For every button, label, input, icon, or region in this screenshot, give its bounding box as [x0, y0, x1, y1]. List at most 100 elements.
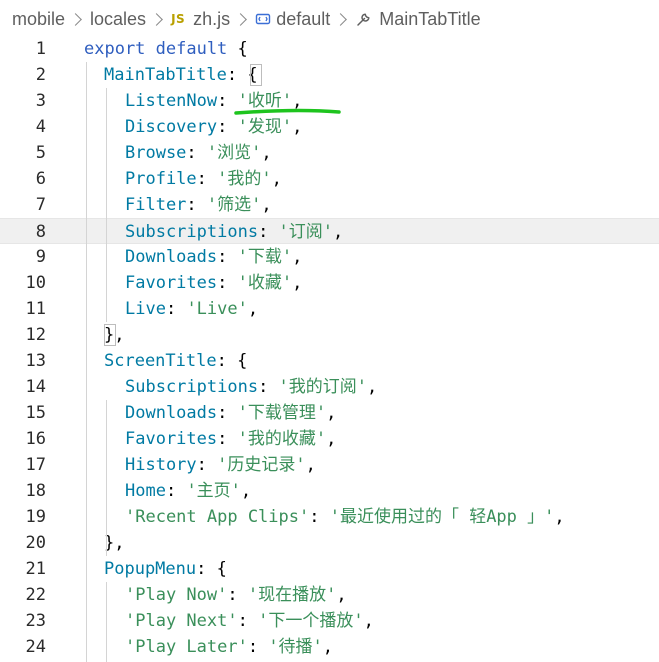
code-line[interactable]: 19 'Recent App Clips': '最近使用过的「 轻App 」', [0, 504, 659, 530]
code-token: '筛选' [206, 195, 262, 215]
code-line[interactable]: 24 'Play Later': '待播', [0, 634, 659, 660]
code-token: { [216, 559, 227, 579]
code-token: Downloads [125, 247, 218, 267]
line-number: 2 [35, 65, 46, 85]
code-line[interactable]: 14 Subscriptions: '我的订阅', [0, 374, 659, 400]
code-text: Home: '主页', [125, 478, 251, 504]
code-line[interactable]: 7 Filter: '筛选', [0, 192, 659, 218]
code-line[interactable]: 1 export default { [0, 36, 659, 62]
code-token: '下载管理' [237, 403, 327, 423]
code-token: , [333, 222, 344, 242]
line-number: 4 [35, 117, 46, 137]
code-token: , [367, 377, 378, 397]
code-token: 'Play Now' [125, 585, 228, 605]
bracket-match-highlight [104, 324, 116, 346]
line-number: 23 [25, 611, 46, 631]
code-text: Profile: '我的', [125, 166, 282, 192]
code-line[interactable]: 12}, [0, 322, 659, 348]
code-line[interactable]: 22 'Play Now': '现在播放', [0, 582, 659, 608]
line-number: 1 [35, 39, 46, 59]
code-text: Live: 'Live', [125, 296, 258, 322]
code-token: ScreenTitle [104, 351, 217, 371]
code-editor[interactable]: 24 'Play Later': '待播', 23 'Play Next': '下一个… [0, 36, 659, 662]
code-token: Downloads [125, 403, 218, 423]
code-line[interactable]: 5 Browse: '浏览', [0, 140, 659, 166]
code-line[interactable]: 8 Subscriptions: '订阅', [0, 218, 659, 244]
code-token: { [227, 39, 248, 59]
code-text: PopupMenu: { [104, 556, 227, 582]
code-text: History: '历史记录', [125, 452, 316, 478]
code-text: ScreenTitle: { [104, 348, 247, 374]
line-number: 9 [35, 247, 46, 267]
code-token: '最近使用过的「 轻App 」' [329, 507, 555, 527]
breadcrumb-item-default[interactable]: default [255, 9, 330, 30]
code-token: , [363, 611, 374, 631]
code-token: : [217, 403, 238, 423]
code-line[interactable]: 11 Live: 'Live', [0, 296, 659, 322]
code-token: : [186, 195, 207, 215]
code-token: '我的订阅' [278, 377, 368, 397]
breadcrumb: mobile locales JS zh.js default MainTabT… [0, 0, 659, 38]
indent-guide [106, 88, 107, 322]
code-token: MainTabTitle [104, 65, 227, 85]
code-token: Favorites [125, 273, 218, 293]
breadcrumb-item-maintabtitle[interactable]: MainTabTitle [355, 9, 481, 30]
code-token: History [125, 455, 197, 475]
code-token: : [217, 247, 238, 267]
code-token: : [237, 611, 259, 631]
code-token: , [554, 507, 565, 527]
code-token: : [258, 377, 279, 397]
code-token: , [336, 585, 347, 605]
code-token: '历史记录' [217, 455, 306, 475]
code-line[interactable]: 9 Downloads: '下载', [0, 244, 659, 270]
code-token: '下一个播放' [258, 611, 364, 631]
code-token: : [258, 222, 279, 242]
code-line[interactable]: 6 Profile: '我的', [0, 166, 659, 192]
code-token: Subscriptions [125, 222, 259, 242]
code-token: , [271, 169, 282, 189]
code-line[interactable]: 20}, [0, 530, 659, 556]
js-file-icon: JS [171, 12, 186, 26]
code-text: export default { [84, 36, 248, 62]
code-token: Home [125, 481, 166, 501]
breadcrumb-item-file[interactable]: JS zh.js [171, 9, 230, 30]
line-number: 19 [25, 507, 46, 527]
code-token: : [226, 65, 248, 85]
code-token: : [165, 481, 187, 501]
chevron-right-icon [234, 12, 248, 26]
code-line[interactable]: 18 Home: '主页', [0, 478, 659, 504]
code-line[interactable]: 13 ScreenTitle: { [0, 348, 659, 374]
code-token: Subscriptions [125, 377, 259, 397]
breadcrumb-item-locales[interactable]: locales [90, 9, 146, 30]
breadcrumb-item-mobile[interactable]: mobile [12, 9, 65, 30]
code-token: , [292, 247, 303, 267]
code-token: , [114, 533, 125, 553]
code-token: : [217, 117, 238, 137]
line-number: 3 [35, 91, 46, 111]
code-token: Profile [125, 169, 197, 189]
code-line[interactable]: 2 MainTabTitle: { [0, 62, 659, 88]
code-text: 'Recent App Clips': '最近使用过的「 轻App 」', [125, 504, 565, 530]
code-token: : [217, 273, 238, 293]
line-number: 24 [25, 637, 46, 657]
code-token: '收藏' [237, 273, 293, 293]
code-token: '我的' [217, 169, 272, 189]
code-token: , [326, 429, 337, 449]
code-token: , [326, 403, 337, 423]
line-number: 15 [25, 403, 46, 423]
indent-guide [86, 62, 87, 662]
code-line[interactable]: 23 'Play Next': '下一个播放', [0, 608, 659, 634]
code-token: '主页' [186, 481, 241, 501]
code-line[interactable]: 17 History: '历史记录', [0, 452, 659, 478]
code-text: MainTabTitle: { [104, 62, 258, 88]
code-text: Downloads: '下载管理', [125, 400, 336, 426]
line-number: 13 [25, 351, 46, 371]
line-number: 14 [25, 377, 46, 397]
code-line[interactable]: 16 Favorites: '我的收藏', [0, 426, 659, 452]
code-line[interactable]: 10 Favorites: '收藏', [0, 270, 659, 296]
code-token: : [186, 143, 207, 163]
code-text: Filter: '筛选', [125, 192, 272, 218]
code-line[interactable]: 15 Downloads: '下载管理', [0, 400, 659, 426]
code-line[interactable]: 21 PopupMenu: { [0, 556, 659, 582]
green-underline-annotation [234, 108, 341, 115]
